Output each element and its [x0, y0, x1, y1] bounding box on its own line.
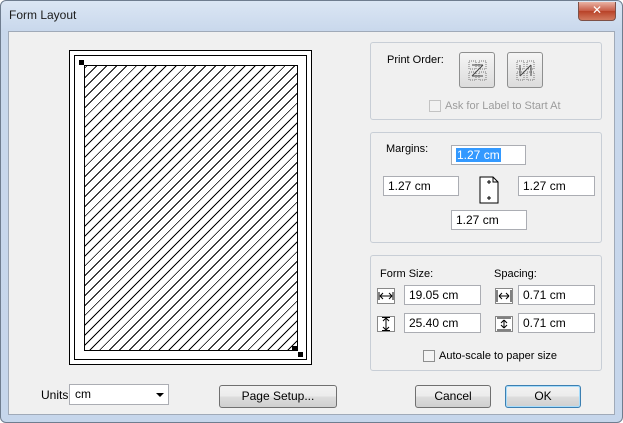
- units-value: cm: [75, 387, 91, 401]
- chevron-down-icon: [156, 393, 164, 397]
- form-height-field[interactable]: 25.40 cm: [404, 313, 481, 333]
- units-label: Units:: [41, 388, 72, 402]
- horizontal-spacing-field[interactable]: 0.71 cm: [518, 285, 595, 305]
- margin-right-field[interactable]: 1.27 cm: [518, 176, 595, 196]
- form-size-label: Form Size:: [380, 268, 434, 280]
- bottom-right-handle[interactable]: [292, 346, 297, 351]
- bottom-right-corner-handle[interactable]: [298, 352, 303, 357]
- vertical-spacing-field[interactable]: 0.71 cm: [518, 313, 595, 333]
- margin-top-field[interactable]: 1.27 cm: [451, 145, 526, 165]
- auto-scale-label: Auto-scale to paper size: [439, 350, 558, 362]
- print-order-down-icon: [516, 60, 535, 81]
- form-height-icon: [377, 316, 395, 332]
- margin-left-field[interactable]: 1.27 cm: [383, 176, 459, 196]
- form-size-spacing-group: Form Size: Spacing: 19.05 cm 25.40 cm 0.…: [370, 255, 602, 371]
- horizontal-spacing-icon: [495, 288, 513, 304]
- form-width-icon: [377, 288, 395, 304]
- close-button[interactable]: ✕: [578, 2, 616, 21]
- ask-label-checkbox[interactable]: [429, 100, 441, 112]
- window-title: Form Layout: [9, 8, 77, 22]
- units-dropdown[interactable]: cm: [69, 384, 169, 405]
- print-order-across-icon: [468, 60, 487, 81]
- margins-group: Margins: 1.27 cm 1.27 cm 1.27 cm 1.27 cm: [370, 132, 602, 243]
- page-margins-icon: [479, 176, 499, 204]
- cancel-button[interactable]: Cancel: [415, 385, 491, 408]
- dialog-client-area: Print Order: Ask for Label to Start At M…: [8, 31, 615, 415]
- ok-button[interactable]: OK: [505, 385, 581, 408]
- form-area-preview: [84, 65, 298, 351]
- page-setup-button[interactable]: Page Setup...: [219, 385, 337, 408]
- margins-label: Margins:: [386, 143, 429, 155]
- margin-bottom-field[interactable]: 1.27 cm: [451, 210, 527, 230]
- print-order-label: Print Order:: [387, 54, 444, 66]
- form-width-field[interactable]: 19.05 cm: [404, 285, 481, 305]
- title-bar: Form Layout ✕: [1, 1, 622, 31]
- ask-label-text: Ask for Label to Start At: [445, 100, 561, 112]
- form-layout-dialog: Form Layout ✕ Print Order: Ask for Label…: [0, 0, 623, 423]
- spacing-label: Spacing:: [494, 268, 537, 280]
- print-order-group: Print Order: Ask for Label to Start At: [370, 42, 602, 120]
- print-order-across-button[interactable]: [459, 52, 495, 88]
- layout-preview: [69, 50, 312, 365]
- auto-scale-checkbox[interactable]: [423, 350, 435, 362]
- vertical-spacing-icon: [495, 316, 513, 332]
- print-order-down-button[interactable]: [507, 52, 543, 88]
- close-icon: ✕: [591, 3, 603, 17]
- top-left-handle[interactable]: [79, 60, 84, 65]
